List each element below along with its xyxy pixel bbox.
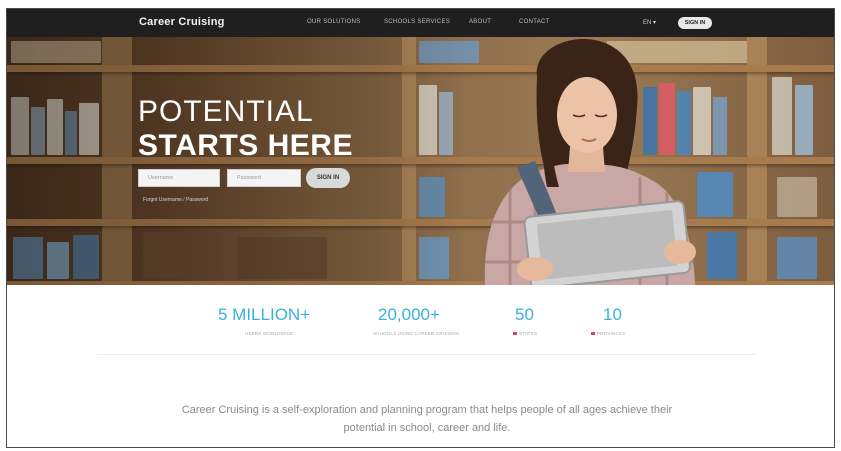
stats-section: 5 MILLION+ USERS WORLDWIDE 20,000+ SCHOO… <box>7 285 834 365</box>
top-nav-bar: Career Cruising OUR SOLUTIONS SCHOOLS SE… <box>7 9 834 37</box>
stat-value-schools: 20,000+ <box>378 305 440 324</box>
stat-label-states-wrap: STATES <box>513 331 537 336</box>
nav-link-about[interactable]: ABOUT <box>469 19 491 25</box>
password-input[interactable]: Password <box>227 169 301 187</box>
nav-link-our-solutions[interactable]: OUR SOLUTIONS <box>307 19 361 25</box>
sign-in-button[interactable]: SIGN IN <box>306 168 350 188</box>
book <box>777 237 817 279</box>
section-divider <box>97 354 757 355</box>
book <box>713 97 727 155</box>
site-logo[interactable]: Career Cruising <box>139 16 225 28</box>
stat-label-users: USERS WORLDWIDE <box>245 331 294 336</box>
canada-flag-icon <box>591 332 595 336</box>
book <box>772 77 792 155</box>
language-selector[interactable]: EN ▾ <box>643 19 656 26</box>
student-with-tablet-image <box>484 38 696 285</box>
hero-headline-line1: POTENTIAL <box>138 95 314 128</box>
stat-label-states: STATES <box>519 331 538 336</box>
stat-label-provinces: PROVINCES <box>597 331 626 336</box>
hero-banner: POTENTIAL STARTS HERE Username Password … <box>7 37 834 285</box>
stat-value-provinces: 10 <box>603 305 622 324</box>
stat-value-users: 5 MILLION+ <box>218 305 311 324</box>
nav-link-contact[interactable]: CONTACT <box>519 19 550 25</box>
us-flag-icon <box>513 332 517 336</box>
username-input[interactable]: Username <box>138 169 220 187</box>
sign-in-button-top[interactable]: SIGN IN <box>678 17 712 29</box>
stat-value-states: 50 <box>515 305 534 324</box>
browser-frame: Career Cruising OUR SOLUTIONS SCHOOLS SE… <box>6 8 835 448</box>
book <box>795 85 813 155</box>
forgot-credentials-link[interactable]: Forgot Username / Password <box>143 197 208 203</box>
book <box>777 177 817 217</box>
intro-description: Career Cruising is a self-exploration an… <box>181 404 673 434</box>
stat-label-schools: SCHOOLS USING CAREER CRUISING <box>373 331 460 336</box>
nav-link-schools-services[interactable]: SCHOOLS SERVICES <box>384 19 450 25</box>
hero-headline-line2: STARTS HERE <box>138 129 353 162</box>
stat-label-provinces-wrap: PROVINCES <box>591 331 625 336</box>
